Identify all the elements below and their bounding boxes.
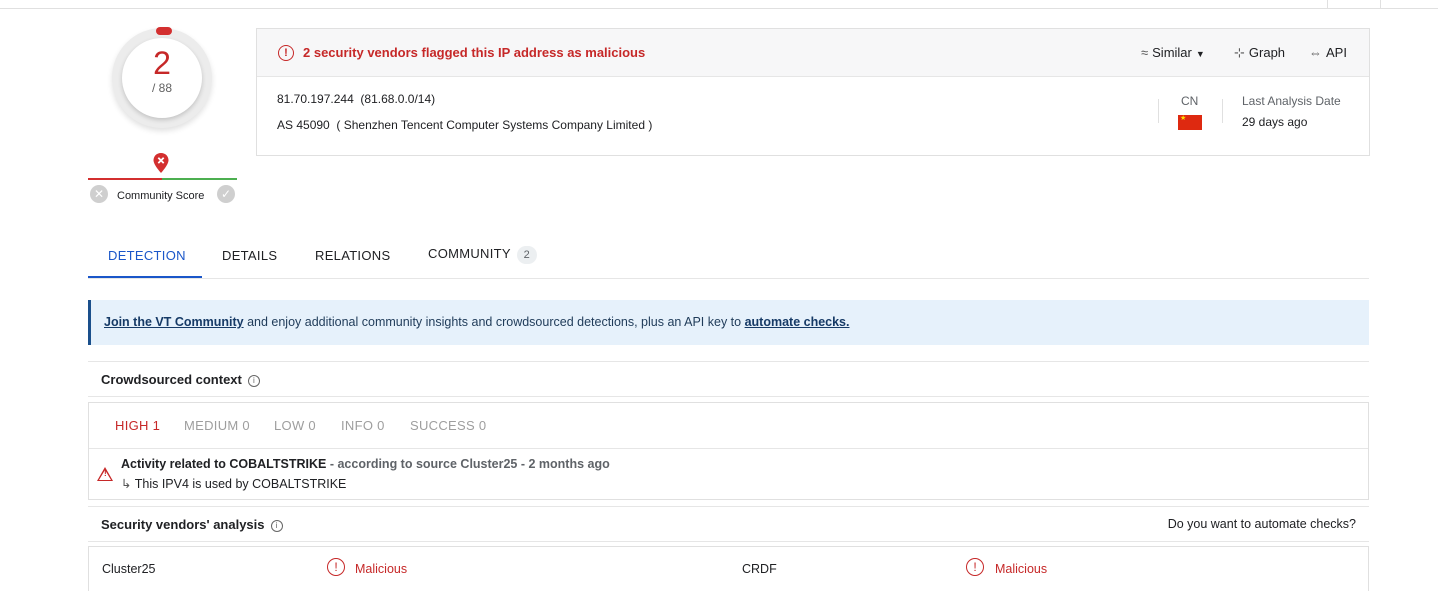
ip-address[interactable]: 81.70.197.244	[277, 92, 354, 106]
join-community-link[interactable]: Join the VT Community	[104, 315, 244, 329]
active-tab-underline	[88, 276, 202, 278]
as-owner[interactable]: ( Shenzhen Tencent Computer Systems Comp…	[336, 118, 652, 132]
severity-low-tab[interactable]: LOW 0	[274, 418, 316, 433]
tab-bar: DETECTION DETAILS RELATIONS COMMUNITY 2	[88, 234, 1369, 279]
graph-button[interactable]: ⊹ Graph	[1234, 45, 1285, 61]
vote-harmful-icon[interactable]: ✕	[90, 185, 108, 203]
activity-title: Activity related to COBALTSTRIKE	[121, 457, 327, 471]
summary-card: ! 2 security vendors flagged this IP add…	[256, 28, 1370, 156]
activity-title-line: Activity related to COBALTSTRIKE - accor…	[121, 457, 610, 471]
tab-relations[interactable]: RELATIONS	[315, 248, 390, 263]
tab-community-label: COMMUNITY	[428, 246, 511, 261]
gauge-center: 2 / 88	[122, 38, 202, 118]
vendors-analysis-header: Security vendors' analysis i Do you want …	[88, 506, 1369, 542]
malicious-icon: !	[327, 558, 345, 576]
community-score-bar-positive	[162, 178, 237, 180]
api-button[interactable]: ⇔ API	[1309, 45, 1347, 60]
graph-label: Graph	[1248, 45, 1286, 60]
last-analysis-label: Last Analysis Date	[1242, 94, 1341, 108]
vendors-analysis-title: Security vendors' analysis i	[101, 517, 283, 532]
crowdsourced-context-header: Crowdsourced context i	[88, 361, 1369, 397]
similar-button[interactable]: ≈ Similar ▼	[1141, 45, 1205, 60]
sub-arrow-icon: ↳	[121, 477, 132, 491]
detection-total: / 88	[151, 81, 172, 95]
activity-detail-text: This IPV4 is used by COBALTSTRIKE	[134, 477, 347, 491]
severity-medium-tab[interactable]: MEDIUM 0	[184, 418, 250, 433]
api-icon: ⇔	[1309, 45, 1322, 60]
severity-success-tab[interactable]: SUCCESS 0	[410, 418, 486, 433]
community-count-badge: 2	[516, 246, 537, 264]
chevron-down-icon: ▼	[1195, 49, 1205, 59]
vendor-result: Malicious	[355, 562, 408, 576]
severity-tabs: HIGH 1 MEDIUM 0 LOW 0 INFO 0 SUCCESS 0	[89, 403, 1368, 449]
crowdsourced-context-box: HIGH 1 MEDIUM 0 LOW 0 INFO 0 SUCCESS 0 !…	[88, 402, 1369, 500]
divider	[1222, 99, 1223, 123]
community-banner: Join the VT Community and enjoy addition…	[88, 300, 1369, 345]
crowdsourced-context-title: Crowdsourced context i	[101, 372, 260, 387]
vendor-name: CRDF	[742, 562, 777, 576]
crowdsourced-context-label: Crowdsourced context	[101, 372, 242, 387]
malicious-icon: !	[966, 558, 984, 576]
api-label: API	[1326, 45, 1347, 60]
vendor-row: Cluster25 ! Malicious CRDF ! Malicious	[88, 546, 1369, 591]
severity-info-tab[interactable]: INFO 0	[341, 418, 385, 433]
top-bar	[0, 0, 1438, 9]
ip-address-line: 81.70.197.244 (81.68.0.0/14)	[277, 92, 435, 106]
tab-community[interactable]: COMMUNITY 2	[428, 246, 537, 264]
info-icon[interactable]: i	[270, 520, 283, 532]
detection-score-gauge: 2 / 88	[112, 27, 212, 128]
top-bar-button[interactable]	[1327, 0, 1381, 8]
malicious-alert: 2 security vendors flagged this IP addre…	[303, 45, 646, 60]
tab-detection[interactable]: DETECTION	[108, 248, 186, 263]
similar-icon: ≈	[1141, 45, 1149, 60]
summary-card-header: ! 2 security vendors flagged this IP add…	[257, 29, 1369, 77]
vendors-analysis-label: Security vendors' analysis	[101, 517, 265, 532]
community-score-bar-negative	[88, 178, 162, 180]
automate-checks-prompt[interactable]: Do you want to automate checks?	[1168, 517, 1356, 531]
ip-network[interactable]: (81.68.0.0/14)	[360, 92, 435, 106]
activity-detail: ↳ This IPV4 is used by COBALTSTRIKE	[121, 476, 346, 491]
gauge-indicator	[156, 27, 172, 35]
as-number[interactable]: AS 45090	[277, 118, 330, 132]
similar-label: Similar	[1152, 45, 1192, 60]
community-score-label: Community Score	[117, 190, 205, 202]
divider	[1158, 99, 1159, 123]
banner-text: Join the VT Community and enjoy addition…	[104, 315, 850, 329]
as-line: AS 45090 ( Shenzhen Tencent Computer Sys…	[277, 118, 652, 132]
vote-harmless-icon[interactable]: ✓	[217, 185, 235, 203]
graph-icon: ⊹	[1234, 45, 1245, 60]
last-analysis-value: 29 days ago	[1242, 115, 1308, 129]
china-flag-icon: ★	[1178, 115, 1202, 130]
alert-icon: !	[278, 45, 294, 61]
country-code: CN	[1181, 94, 1199, 108]
automate-checks-link[interactable]: automate checks.	[745, 315, 850, 329]
map-pin-icon	[153, 153, 169, 173]
warning-icon-mark: !	[104, 469, 107, 478]
vendor-result: Malicious	[995, 562, 1048, 576]
info-icon[interactable]: i	[247, 375, 260, 387]
banner-middle-text: and enjoy additional community insights …	[243, 315, 745, 329]
severity-high-tab[interactable]: HIGH 1	[115, 418, 160, 433]
tab-details[interactable]: DETAILS	[222, 248, 277, 263]
detection-count: 2	[153, 45, 171, 81]
activity-meta: - according to source Cluster25 - 2 mont…	[326, 457, 610, 471]
vendor-name: Cluster25	[102, 562, 156, 576]
